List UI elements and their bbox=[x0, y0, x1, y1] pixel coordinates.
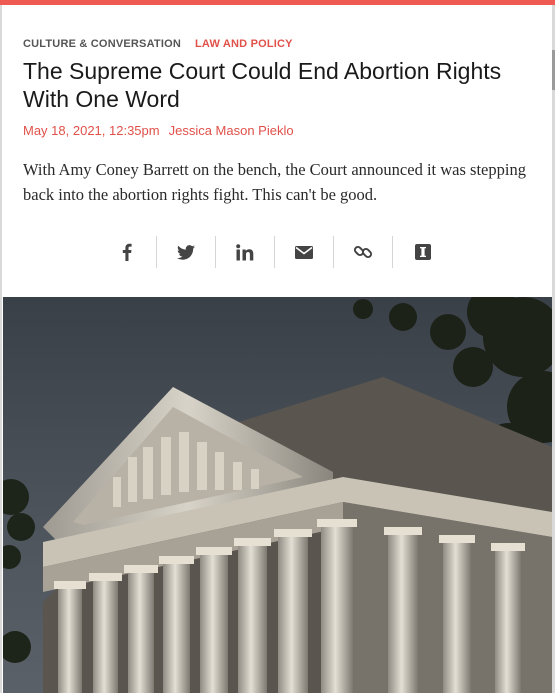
category-law-link[interactable]: LAW AND POLICY bbox=[195, 38, 293, 50]
left-frame bbox=[0, 5, 2, 693]
publish-date: May 18, 2021, 12:35pm bbox=[23, 123, 160, 138]
supreme-court-building-image bbox=[3, 297, 552, 693]
hero-image bbox=[3, 297, 552, 693]
share-twitter-button[interactable] bbox=[157, 236, 216, 268]
article-meta: May 18, 2021, 12:35pm Jessica Mason Piek… bbox=[23, 123, 533, 138]
linkedin-icon bbox=[235, 243, 253, 260]
twitter-icon bbox=[177, 244, 195, 260]
share-email-button[interactable] bbox=[275, 236, 334, 268]
share-instapaper-button[interactable] bbox=[393, 236, 452, 268]
instapaper-icon bbox=[414, 244, 431, 260]
facebook-icon bbox=[122, 243, 132, 261]
author-link[interactable]: Jessica Mason Pieklo bbox=[169, 123, 294, 138]
top-accent-bar bbox=[0, 0, 555, 5]
article-header: CULTURE & CONVERSATION LAW AND POLICY Th… bbox=[23, 38, 533, 207]
share-link-button[interactable] bbox=[334, 236, 393, 268]
share-facebook-button[interactable] bbox=[98, 236, 157, 268]
category-culture-link[interactable]: CULTURE & CONVERSATION bbox=[23, 38, 181, 50]
share-linkedin-button[interactable] bbox=[216, 236, 275, 268]
category-list: CULTURE & CONVERSATION LAW AND POLICY bbox=[23, 38, 533, 50]
article-dek: With Amy Coney Barrett on the bench, the… bbox=[23, 160, 526, 204]
share-bar bbox=[98, 236, 452, 268]
email-icon bbox=[295, 245, 313, 259]
article-title: The Supreme Court Could End Abortion Rig… bbox=[23, 58, 502, 112]
link-icon bbox=[353, 245, 373, 259]
